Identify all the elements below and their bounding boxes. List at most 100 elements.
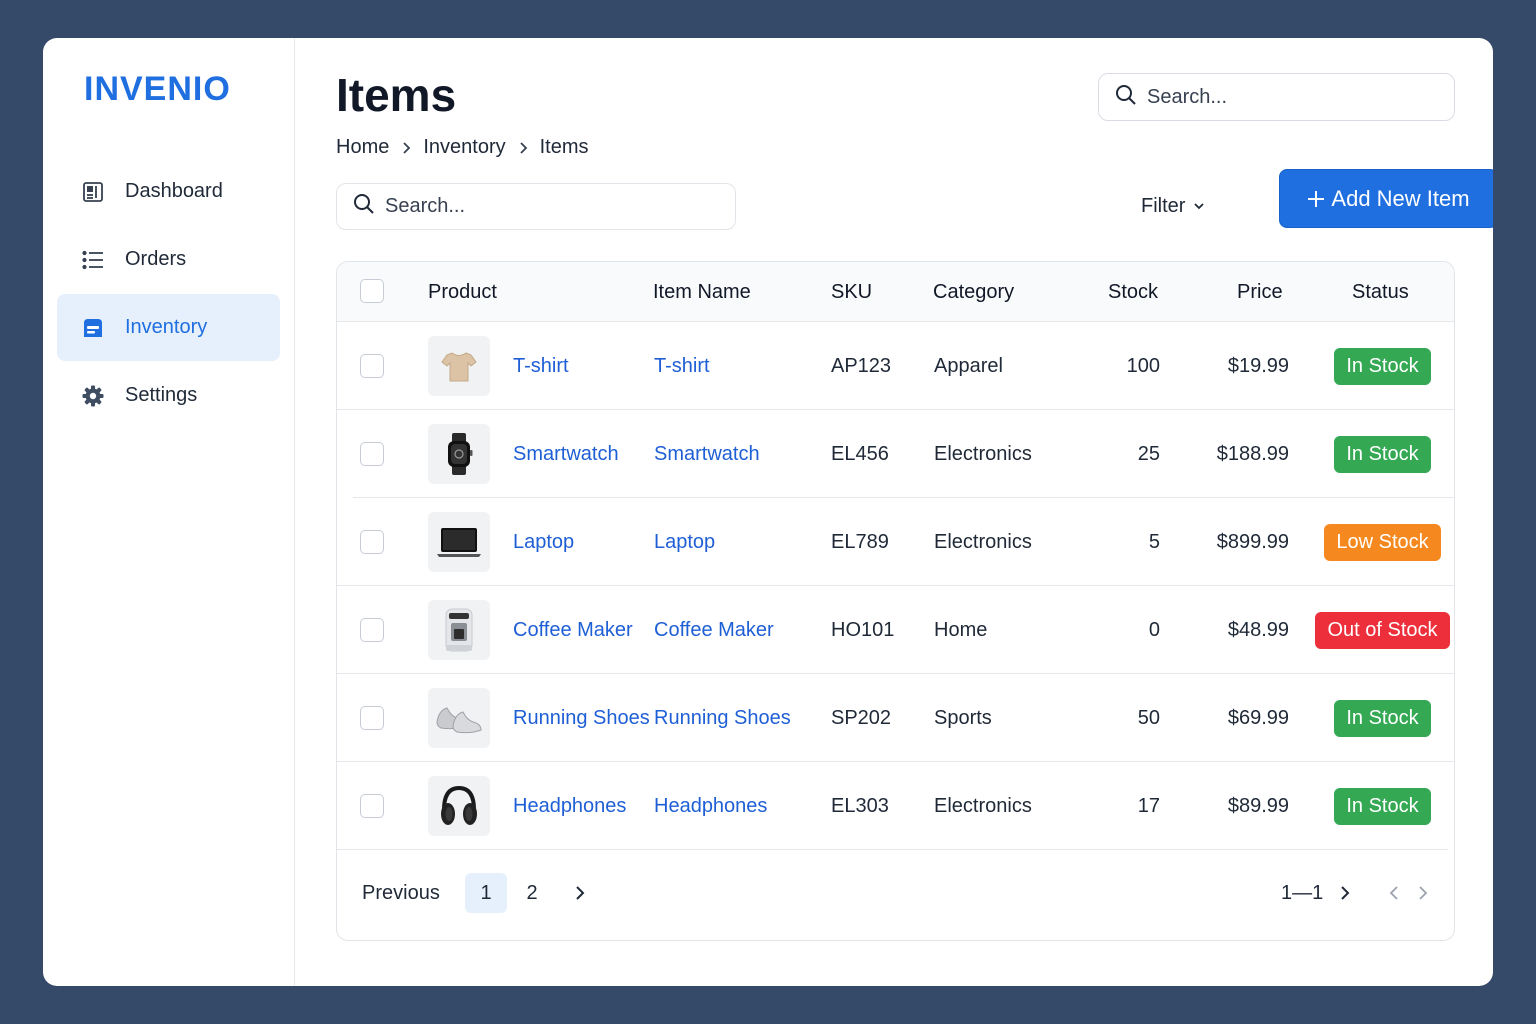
filter-dropdown[interactable]: Filter (1141, 188, 1205, 224)
sidebar-item-orders[interactable]: Orders (57, 226, 280, 293)
next-page-chevron-icon[interactable] (575, 846, 585, 940)
column-header-item-name[interactable]: Item Name (653, 262, 751, 322)
price-cell: $188.99 (1216, 442, 1289, 465)
price-cell: $69.99 (1227, 706, 1289, 729)
stock-cell: 17 (1137, 794, 1160, 817)
filter-label: Filter (1141, 194, 1186, 217)
smartwatch-icon (428, 424, 490, 484)
table-row: Running Shoes Running Shoes SP202 Sports 50 $… (337, 674, 1454, 762)
previous-page-button[interactable]: Previous (362, 846, 440, 940)
sidebar-item-inventory[interactable]: Inventory (57, 294, 280, 361)
price-cell: $899.99 (1216, 530, 1289, 553)
status-badge: In Stock (1334, 787, 1431, 825)
global-search[interactable] (1098, 73, 1455, 121)
sidebar: INVENIO Dashboard Orders Inventory Setti… (43, 38, 295, 986)
app-logo: INVENIO (84, 70, 231, 108)
status-badge: In Stock (1334, 435, 1431, 473)
breadcrumb: Home Inventory Items (336, 136, 589, 159)
column-header-product[interactable]: Product (428, 262, 497, 322)
coffee-maker-icon (428, 600, 490, 660)
category-cell: Electronics (934, 442, 1032, 465)
row-checkbox[interactable] (360, 530, 384, 554)
product-link[interactable]: Headphones (513, 762, 626, 850)
product-link[interactable]: T-shirt (513, 322, 569, 410)
sidebar-item-label: Orders (125, 248, 187, 270)
column-header-price[interactable]: Price (1237, 262, 1283, 322)
product-link[interactable]: Running Shoes (513, 674, 650, 762)
column-header-sku[interactable]: SKU (831, 262, 872, 322)
sidebar-item-label: Inventory (125, 316, 208, 338)
pagination: Previous 1 2 1—1 (337, 846, 1454, 940)
row-checkbox[interactable] (360, 618, 384, 642)
item-name-link[interactable]: Laptop (654, 498, 715, 586)
sidebar-item-label: Dashboard (125, 180, 223, 202)
app-window: INVENIO Dashboard Orders Inventory Setti… (43, 38, 1493, 986)
category-cell: Sports (934, 706, 992, 729)
range-next-chevron-icon[interactable] (1340, 846, 1350, 940)
table-header: Product Item Name SKU Category Stock Pri… (337, 262, 1454, 322)
chevron-right-icon (401, 141, 411, 155)
chevron-right-icon[interactable] (1418, 846, 1428, 940)
inventory-box-icon (81, 316, 105, 340)
sidebar-item-settings[interactable]: Settings (57, 362, 280, 429)
table-search-input[interactable] (385, 195, 665, 218)
row-checkbox[interactable] (360, 442, 384, 466)
table-row: Smartwatch Smartwatch EL456 Electronics 25 $1… (337, 410, 1454, 498)
stock-cell: 25 (1137, 442, 1160, 465)
row-checkbox[interactable] (360, 706, 384, 730)
shoes-icon (428, 688, 490, 748)
search-icon (1115, 84, 1137, 111)
sku-cell: HO101 (831, 618, 895, 641)
global-search-input[interactable] (1147, 85, 1427, 109)
gear-icon (81, 384, 105, 408)
table-search[interactable] (336, 183, 736, 230)
row-checkbox[interactable] (360, 354, 384, 378)
page-1-button[interactable]: 1 (465, 873, 507, 913)
category-cell: Apparel (934, 354, 1003, 377)
sku-cell: EL456 (831, 442, 889, 465)
select-all-checkbox[interactable] (360, 279, 384, 303)
item-name-link[interactable]: Coffee Maker (654, 586, 774, 674)
add-new-item-button[interactable]: Add New Item (1279, 169, 1493, 228)
product-link[interactable]: Smartwatch (513, 410, 619, 498)
plus-icon (1307, 190, 1325, 208)
laptop-icon (428, 512, 490, 572)
status-badge: Out of Stock (1315, 611, 1450, 649)
list-icon (81, 248, 105, 272)
sku-cell: EL789 (831, 530, 889, 553)
column-header-stock[interactable]: Stock (1108, 262, 1158, 322)
table-row: T-shirt T-shirt AP123 Apparel 100 $19.99 In St… (337, 322, 1454, 410)
category-cell: Electronics (934, 794, 1032, 817)
sku-cell: AP123 (831, 354, 892, 377)
tshirt-icon (428, 336, 490, 396)
chevron-down-icon (1193, 202, 1205, 210)
row-checkbox[interactable] (360, 794, 384, 818)
sku-cell: EL303 (831, 794, 889, 817)
column-header-category[interactable]: Category (933, 262, 1014, 322)
table-row: Headphones Headphones EL303 Electronics 17 $8… (337, 762, 1454, 850)
stock-cell: 50 (1137, 706, 1160, 729)
item-name-link[interactable]: Running Shoes (654, 674, 791, 762)
add-new-item-label: Add New Item (1331, 185, 1470, 211)
column-header-status[interactable]: Status (1352, 262, 1409, 322)
page-range-label: 1—1 (1281, 881, 1324, 904)
stock-cell: 0 (1148, 618, 1160, 641)
chevron-left-icon[interactable] (1389, 846, 1399, 940)
product-link[interactable]: Coffee Maker (513, 586, 633, 674)
sidebar-nav: Dashboard Orders Inventory Settings (57, 158, 280, 430)
sidebar-item-dashboard[interactable]: Dashboard (57, 158, 280, 225)
breadcrumb-home[interactable]: Home (336, 136, 389, 159)
product-link[interactable]: Laptop (513, 498, 574, 586)
breadcrumb-items: Items (539, 136, 589, 158)
main-content: Items Home Inventory Items Filter Add Ne… (336, 38, 1493, 986)
item-name-link[interactable]: T-shirt (654, 322, 710, 410)
page-title: Items (336, 69, 457, 121)
item-name-link[interactable]: Headphones (654, 762, 767, 850)
page-2-button[interactable]: 2 (511, 873, 553, 913)
dashboard-icon (81, 180, 105, 204)
sidebar-item-label: Settings (125, 384, 198, 406)
search-icon (353, 193, 375, 220)
breadcrumb-inventory[interactable]: Inventory (423, 136, 505, 159)
items-table: Product Item Name SKU Category Stock Pri… (336, 261, 1455, 941)
item-name-link[interactable]: Smartwatch (654, 410, 760, 498)
